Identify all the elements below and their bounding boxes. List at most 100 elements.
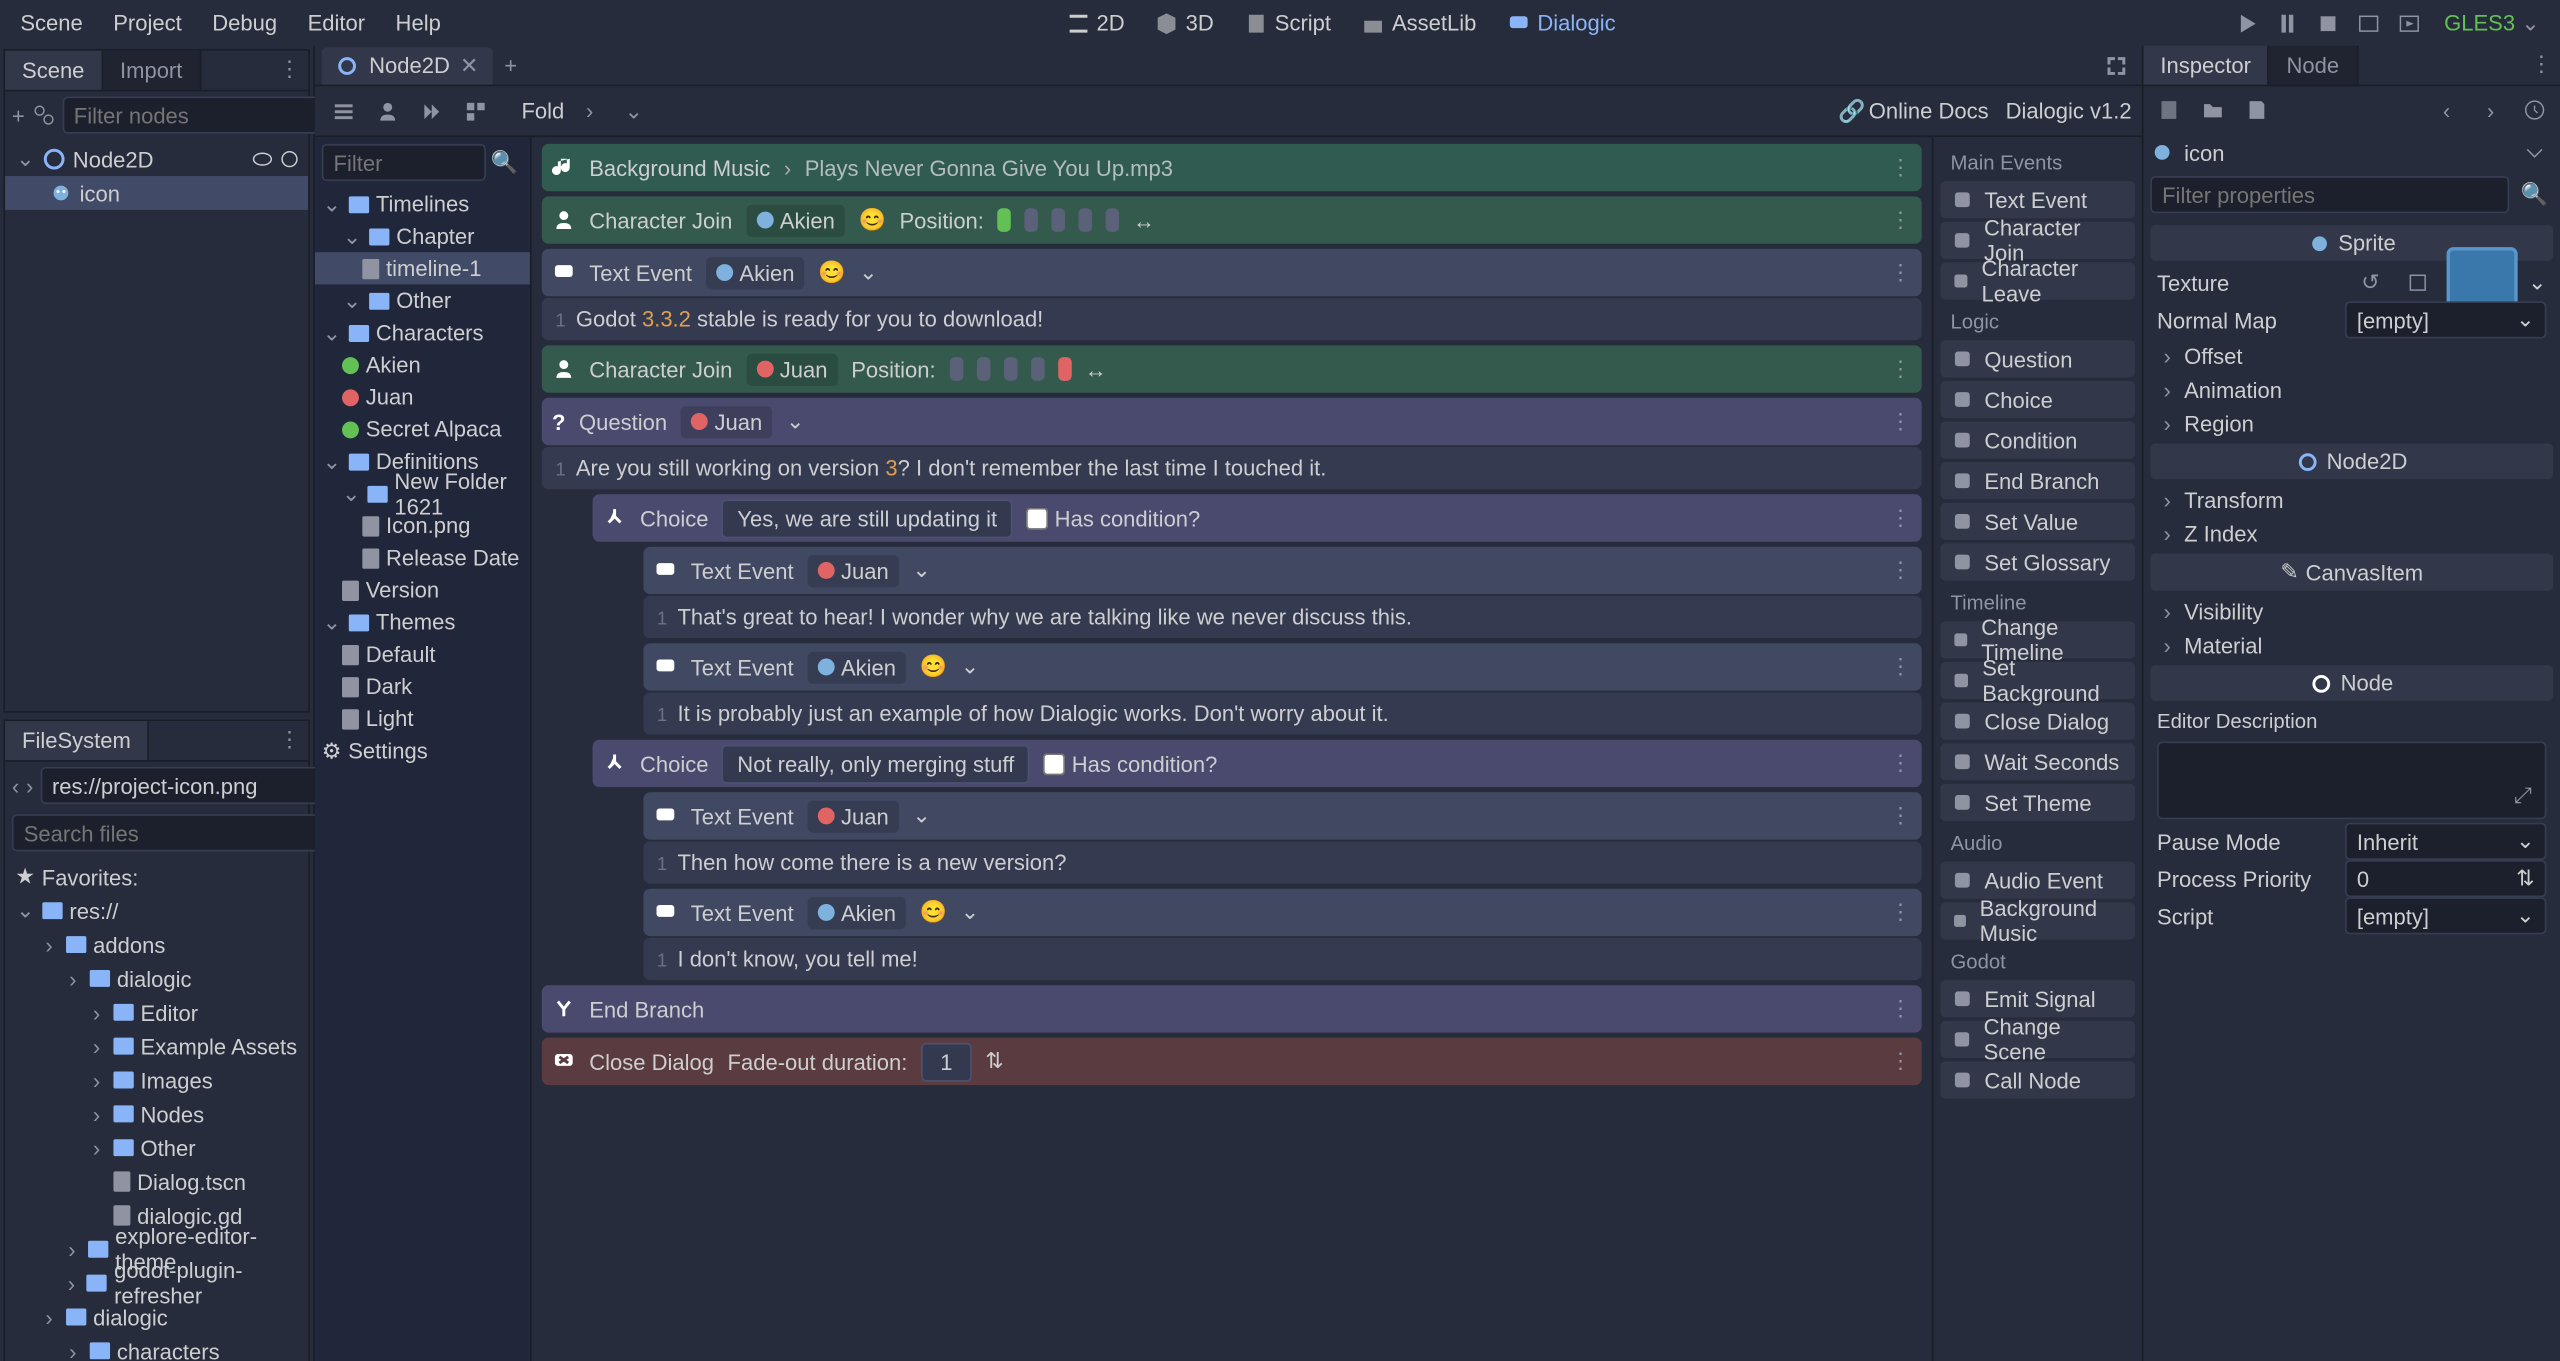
menu-project[interactable]: Project <box>100 3 196 42</box>
pause-button[interactable] <box>2268 4 2305 41</box>
history-menu[interactable] <box>2516 91 2553 128</box>
event-menu[interactable]: ⋮ <box>1890 207 1912 234</box>
timeline-tool-1[interactable] <box>325 92 362 129</box>
load-resource-button[interactable] <box>2194 91 2231 128</box>
event-choice-1[interactable]: Choice Yes, we are still updating it Has… <box>593 494 1922 541</box>
event-text-4[interactable]: Text Event Juan ⌄ ⋮ <box>643 792 1921 839</box>
open-scene-tab[interactable]: Node2D ✕ <box>322 47 492 84</box>
resource-item[interactable]: Dark <box>315 670 530 702</box>
event-picker-item[interactable]: Close Dialog <box>1940 703 2135 740</box>
resource-item[interactable]: ⌄Characters <box>315 317 530 349</box>
event-menu[interactable]: ⋮ <box>1890 995 1912 1022</box>
event-menu[interactable]: ⋮ <box>1890 653 1912 680</box>
event-menu[interactable]: ⋮ <box>1890 557 1912 584</box>
inspector-node-name[interactable]: icon <box>2184 140 2506 165</box>
expand-icon[interactable]: ⌄ <box>15 146 35 173</box>
insp-zindex[interactable]: ›Z Index <box>2150 516 2553 550</box>
insp-offset[interactable]: ›Offset <box>2150 339 2553 373</box>
texture-revert[interactable]: ↺ <box>2352 264 2389 301</box>
fade-duration-input[interactable]: 1 <box>921 1042 972 1081</box>
text-event-body[interactable]: 1Godot 3.3.2 stable is ready for you to … <box>542 298 1922 340</box>
event-close-dialog[interactable]: Close Dialog Fade-out duration: 1 ⇅ ⋮ <box>542 1038 1922 1085</box>
resource-filter-input[interactable] <box>322 144 486 181</box>
filesystem-tab[interactable]: FileSystem <box>5 721 149 760</box>
chevron-down-icon[interactable]: ⌄ <box>961 653 979 680</box>
chevron-right-icon[interactable]: › <box>784 155 791 180</box>
new-resource-button[interactable] <box>2150 91 2187 128</box>
resource-item[interactable]: ⌄Timelines <box>315 188 530 220</box>
save-resource-button[interactable] <box>2238 91 2275 128</box>
event-text-2[interactable]: Text Event Juan ⌄ ⋮ <box>643 547 1921 594</box>
history-forward[interactable]: › <box>2472 91 2509 128</box>
event-menu[interactable]: ⋮ <box>1890 750 1912 777</box>
workspace-assetlib[interactable]: AssetLib <box>1348 3 1490 42</box>
resource-item[interactable]: Version <box>315 574 530 606</box>
text-event-body[interactable]: 1It is probably just an example of how D… <box>643 692 1921 734</box>
fs-item[interactable]: ›godot-plugin-refresher <box>5 1266 308 1300</box>
chevron-down-icon[interactable]: ⌄ <box>912 557 930 584</box>
timeline-tool-4[interactable] <box>457 92 494 129</box>
script-dropdown[interactable]: [empty]⌄ <box>2345 897 2546 934</box>
event-picker-item[interactable]: Set Theme <box>1940 784 2135 821</box>
play-scene-button[interactable] <box>2349 4 2386 41</box>
inspector-menu[interactable]: ⋮ <box>2523 46 2560 83</box>
fold-button[interactable]: Fold <box>521 98 564 123</box>
fs-forward-button[interactable]: › <box>26 767 33 804</box>
workspace-script[interactable]: Script <box>1231 3 1345 42</box>
play-custom-button[interactable] <box>2390 4 2427 41</box>
normalmap-dropdown[interactable]: [empty]⌄ <box>2345 301 2546 338</box>
event-question[interactable]: ? Question Juan ⌄ ⋮ <box>542 398 1922 445</box>
visibility-icon[interactable] <box>251 147 275 171</box>
event-picker-item[interactable]: Set Glossary <box>1940 543 2135 580</box>
fs-item[interactable]: ›dialogic <box>5 962 308 996</box>
distraction-free-button[interactable] <box>2098 47 2135 84</box>
event-picker-item[interactable]: Question <box>1940 340 2135 377</box>
resource-item[interactable]: ⚙Settings <box>315 735 530 767</box>
texture-open[interactable] <box>2399 264 2436 301</box>
event-picker-item[interactable]: Wait Seconds <box>1940 743 2135 780</box>
event-picker-item[interactable]: End Branch <box>1940 462 2135 499</box>
event-picker-item[interactable]: Change Scene <box>1940 1021 2135 1058</box>
scene-tab[interactable]: Scene <box>5 51 103 90</box>
event-text-1[interactable]: Text Event Akien 😊 ⌄ ⋮ <box>542 249 1922 296</box>
resource-item[interactable]: timeline-1 <box>315 252 530 284</box>
event-character-join-1[interactable]: Character Join Akien 😊 Position: ↔ ⋮ <box>542 196 1922 243</box>
event-picker-item[interactable]: Emit Signal <box>1940 980 2135 1017</box>
add-node-button[interactable]: + <box>12 96 25 133</box>
fs-item[interactable]: ›Images <box>5 1063 308 1097</box>
resource-item[interactable]: Secret Alpaca <box>315 413 530 445</box>
mirror-icon[interactable]: ↔ <box>1133 207 1155 232</box>
resource-item[interactable]: ⌄Chapter <box>315 220 530 252</box>
stop-button[interactable] <box>2309 4 2346 41</box>
scene-child-node[interactable]: icon <box>5 176 308 210</box>
fs-item[interactable]: ›Editor <box>5 995 308 1029</box>
menu-help[interactable]: Help <box>382 3 454 42</box>
event-menu[interactable]: ⋮ <box>1890 504 1912 531</box>
event-picker-item[interactable]: Condition <box>1940 422 2135 459</box>
filesystem-menu[interactable]: ⋮ <box>271 721 308 758</box>
event-picker-item[interactable]: Choice <box>1940 381 2135 418</box>
resource-item[interactable]: Juan <box>315 381 530 413</box>
insp-transform[interactable]: ›Transform <box>2150 482 2553 516</box>
menu-debug[interactable]: Debug <box>199 3 291 42</box>
inspector-expand-icon[interactable] <box>2516 134 2553 171</box>
resource-item[interactable]: Release Date <box>315 542 530 574</box>
inspector-tab[interactable]: Inspector <box>2143 46 2269 85</box>
expand-textarea-icon[interactable]: ⤢ <box>2504 777 2541 814</box>
event-character-join-2[interactable]: Character Join Juan Position: ↔ ⋮ <box>542 345 1922 392</box>
spinner-icon[interactable]: ⇅ <box>985 1048 1003 1075</box>
has-condition-checkbox[interactable] <box>1026 507 1048 529</box>
choice-text-input[interactable]: Yes, we are still updating it <box>722 499 1012 538</box>
insp-section-canvasitem[interactable]: ✎CanvasItem <box>2150 554 2553 591</box>
choice-text-input[interactable]: Not really, only merging stuff <box>722 744 1029 783</box>
fs-item[interactable]: ›addons <box>5 928 308 962</box>
fs-item[interactable]: ›Example Assets <box>5 1029 308 1063</box>
workspace-3d[interactable]: 3D <box>1142 3 1228 42</box>
play-button[interactable] <box>2227 4 2264 41</box>
fs-path-input[interactable] <box>40 767 362 804</box>
text-event-body[interactable]: 1I don't know, you tell me! <box>643 938 1921 980</box>
menu-editor[interactable]: Editor <box>294 3 379 42</box>
text-event-body[interactable]: 1Then how come there is a new version? <box>643 841 1921 883</box>
has-condition-checkbox[interactable] <box>1043 752 1065 774</box>
event-text-3[interactable]: Text Event Akien 😊 ⌄ ⋮ <box>643 643 1921 690</box>
